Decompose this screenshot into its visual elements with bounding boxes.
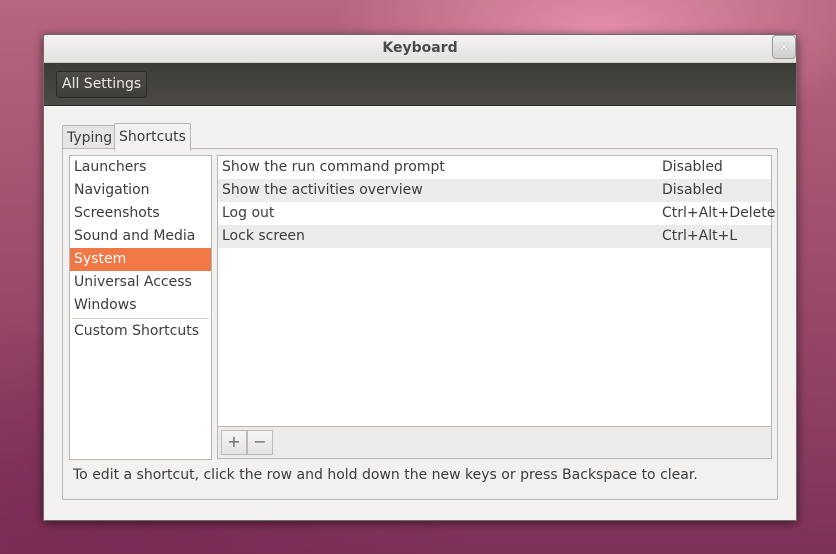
add-shortcut-button[interactable]: + <box>221 430 247 455</box>
title-bar[interactable]: Keyboard ✕ <box>44 35 796 63</box>
shortcut-key: Disabled <box>662 182 723 198</box>
shortcut-name: Show the run command prompt <box>222 159 445 175</box>
close-icon[interactable]: ✕ <box>772 35 796 59</box>
category-navigation[interactable]: Navigation <box>70 179 211 202</box>
category-list[interactable]: Launchers Navigation Screenshots Sound a… <box>69 155 212 460</box>
remove-shortcut-button[interactable]: − <box>247 430 273 455</box>
category-universal-access[interactable]: Universal Access <box>70 271 211 294</box>
shortcut-name: Lock screen <box>222 228 305 244</box>
category-system[interactable]: System <box>70 248 211 271</box>
edit-hint-text: To edit a shortcut, click the row and ho… <box>73 467 698 483</box>
window-title: Keyboard <box>382 40 458 56</box>
category-launchers[interactable]: Launchers <box>70 156 211 179</box>
tab-shortcuts[interactable]: Shortcuts <box>114 123 191 151</box>
shortcut-row[interactable]: Lock screen Ctrl+Alt+L <box>218 225 771 248</box>
shortcut-name: Log out <box>222 205 275 221</box>
shortcut-row[interactable]: Show the activities overview Disabled <box>218 179 771 202</box>
shortcut-key: Ctrl+Alt+Delete <box>662 205 776 221</box>
category-divider <box>72 318 209 319</box>
shortcut-key: Ctrl+Alt+L <box>662 228 738 244</box>
category-windows[interactable]: Windows <box>70 294 211 317</box>
shortcut-row[interactable]: Log out Ctrl+Alt+Delete <box>218 202 775 225</box>
shortcuts-panel: Launchers Navigation Screenshots Sound a… <box>62 148 778 500</box>
shortcut-key: Disabled <box>662 159 723 175</box>
shortcut-list-toolbar: + − <box>217 426 772 459</box>
shortcut-list[interactable]: Show the run command prompt Disabled Sho… <box>217 155 775 426</box>
all-settings-button[interactable]: All Settings <box>56 71 148 98</box>
category-sound-and-media[interactable]: Sound and Media <box>70 225 211 248</box>
shortcut-row[interactable]: Show the run command prompt Disabled <box>218 156 771 179</box>
category-custom-shortcuts[interactable]: Custom Shortcuts <box>70 320 211 343</box>
category-screenshots[interactable]: Screenshots <box>70 202 211 225</box>
keyboard-settings-window: Keyboard ✕ All Settings Typing Shortcuts… <box>43 34 797 521</box>
tab-typing[interactable]: Typing <box>62 125 118 150</box>
settings-toolbar: All Settings <box>44 63 796 106</box>
shortcut-name: Show the activities overview <box>222 182 423 198</box>
